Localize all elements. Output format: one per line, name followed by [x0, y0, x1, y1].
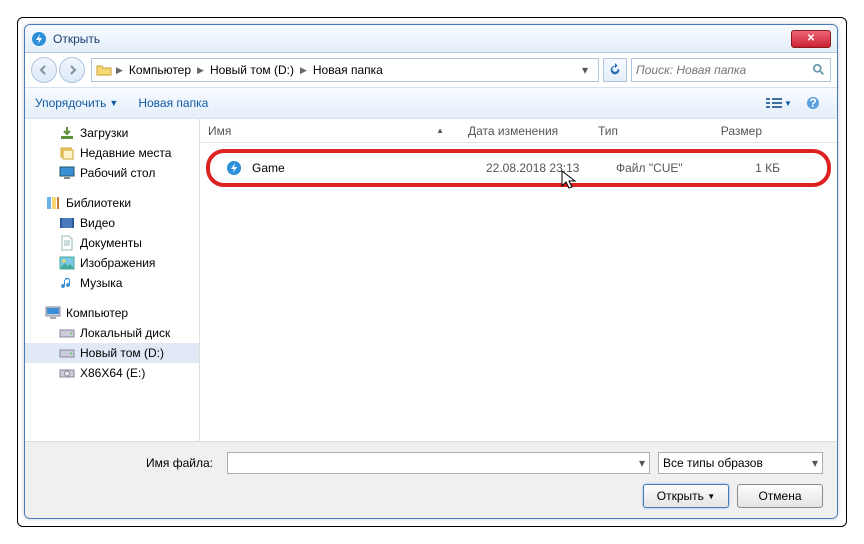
chevron-right-icon[interactable]: ▶	[195, 65, 206, 76]
column-size[interactable]: Размер	[700, 124, 770, 138]
column-name[interactable]: Имя ▲	[200, 124, 460, 138]
file-row[interactable]: Game 22.08.2018 23:13 Файл "CUE" 1 КБ	[218, 160, 819, 176]
sidebar-item-documents[interactable]: Документы	[25, 233, 199, 253]
file-type: Файл "CUE"	[608, 161, 718, 175]
hdd-icon	[59, 325, 75, 341]
column-date[interactable]: Дата изменения	[460, 124, 590, 138]
sidebar-item-recent[interactable]: Недавние места	[25, 143, 199, 163]
bottom-bar: Имя файла: ▾ Все типы образов ▾ Открыть …	[25, 441, 837, 518]
file-type-filter[interactable]: Все типы образов ▾	[658, 452, 823, 474]
doc-icon	[59, 235, 75, 251]
image-icon	[59, 255, 75, 271]
forward-button[interactable]	[59, 57, 85, 83]
chevron-down-icon: ▾	[812, 456, 818, 470]
chevron-right-icon[interactable]: ▶	[114, 65, 125, 76]
breadcrumb-bar[interactable]: ▶ Компьютер ▶ Новый том (D:) ▶ Новая пап…	[91, 58, 599, 82]
file-name: Game	[252, 161, 285, 175]
column-type[interactable]: Тип	[590, 124, 700, 138]
svg-text:?: ?	[809, 96, 816, 110]
breadcrumb-folder[interactable]: Новая папка	[311, 61, 385, 79]
chevron-right-icon[interactable]: ▶	[298, 65, 309, 76]
open-button[interactable]: Открыть ▼	[643, 484, 729, 508]
nav-row: ▶ Компьютер ▶ Новый том (D:) ▶ Новая пап…	[25, 53, 837, 87]
sidebar-item-new-volume[interactable]: Новый том (D:)	[25, 343, 199, 363]
toolbar: Упорядочить ▼ Новая папка ▼ ?	[25, 87, 837, 119]
sidebar-item-cd-drive[interactable]: X86X64 (E:)	[25, 363, 199, 383]
highlight-annotation: Game 22.08.2018 23:13 Файл "CUE" 1 КБ	[206, 149, 831, 187]
column-headers: Имя ▲ Дата изменения Тип Размер	[200, 119, 837, 143]
hdd-icon	[59, 345, 75, 361]
refresh-icon	[608, 63, 622, 77]
new-folder-button[interactable]: Новая папка	[138, 96, 208, 110]
breadcrumb-dropdown[interactable]: ▾	[576, 59, 594, 81]
cancel-button[interactable]: Отмена	[737, 484, 823, 508]
recent-icon	[59, 145, 75, 161]
app-icon	[31, 31, 47, 47]
filename-combo[interactable]: ▾	[227, 452, 650, 474]
close-button[interactable]: ✕	[791, 30, 831, 48]
folder-icon	[96, 62, 112, 78]
organize-button[interactable]: Упорядочить ▼	[35, 96, 118, 110]
refresh-button[interactable]	[603, 58, 627, 82]
music-icon	[59, 275, 75, 291]
video-icon	[59, 215, 75, 231]
sidebar-item-local-disk[interactable]: Локальный диск	[25, 323, 199, 343]
chevron-down-icon[interactable]: ▾	[639, 456, 645, 470]
cue-file-icon	[226, 160, 242, 176]
search-icon	[812, 63, 826, 77]
sidebar-libraries[interactable]: Библиотеки	[25, 193, 199, 213]
help-button[interactable]: ?	[799, 92, 827, 114]
file-area: Имя ▲ Дата изменения Тип Размер Game 22.…	[200, 119, 837, 441]
open-file-dialog: Открыть ✕ ▶ Компьютер ▶ Новый том (D:) ▶…	[24, 24, 838, 519]
nav-buttons	[31, 57, 87, 83]
computer-icon	[45, 305, 61, 321]
search-input[interactable]	[636, 63, 808, 77]
sidebar-item-desktop[interactable]: Рабочий стол	[25, 163, 199, 183]
sidebar-item-downloads[interactable]: Загрузки	[25, 123, 199, 143]
file-size: 1 КБ	[718, 161, 788, 175]
cd-icon	[59, 365, 75, 381]
breadcrumb-drive[interactable]: Новый том (D:)	[208, 61, 296, 79]
download-icon	[59, 125, 75, 141]
view-mode-button[interactable]: ▼	[765, 92, 793, 114]
file-list: Game 22.08.2018 23:13 Файл "CUE" 1 КБ	[200, 143, 837, 441]
breadcrumb-computer[interactable]: Компьютер	[127, 61, 193, 79]
sidebar: Загрузки Недавние места Рабочий стол Биб…	[25, 119, 200, 441]
back-button[interactable]	[31, 57, 57, 83]
dialog-title: Открыть	[53, 32, 791, 46]
file-date: 22.08.2018 23:13	[478, 161, 608, 175]
sort-indicator-icon: ▲	[436, 126, 452, 135]
filename-input[interactable]	[232, 456, 639, 470]
sidebar-computer[interactable]: Компьютер	[25, 303, 199, 323]
libraries-icon	[45, 195, 61, 211]
search-box[interactable]	[631, 58, 831, 82]
desktop-icon	[59, 165, 75, 181]
filename-label: Имя файла:	[39, 456, 219, 470]
sidebar-item-images[interactable]: Изображения	[25, 253, 199, 273]
title-bar: Открыть ✕	[25, 25, 837, 53]
sidebar-item-video[interactable]: Видео	[25, 213, 199, 233]
sidebar-item-music[interactable]: Музыка	[25, 273, 199, 293]
